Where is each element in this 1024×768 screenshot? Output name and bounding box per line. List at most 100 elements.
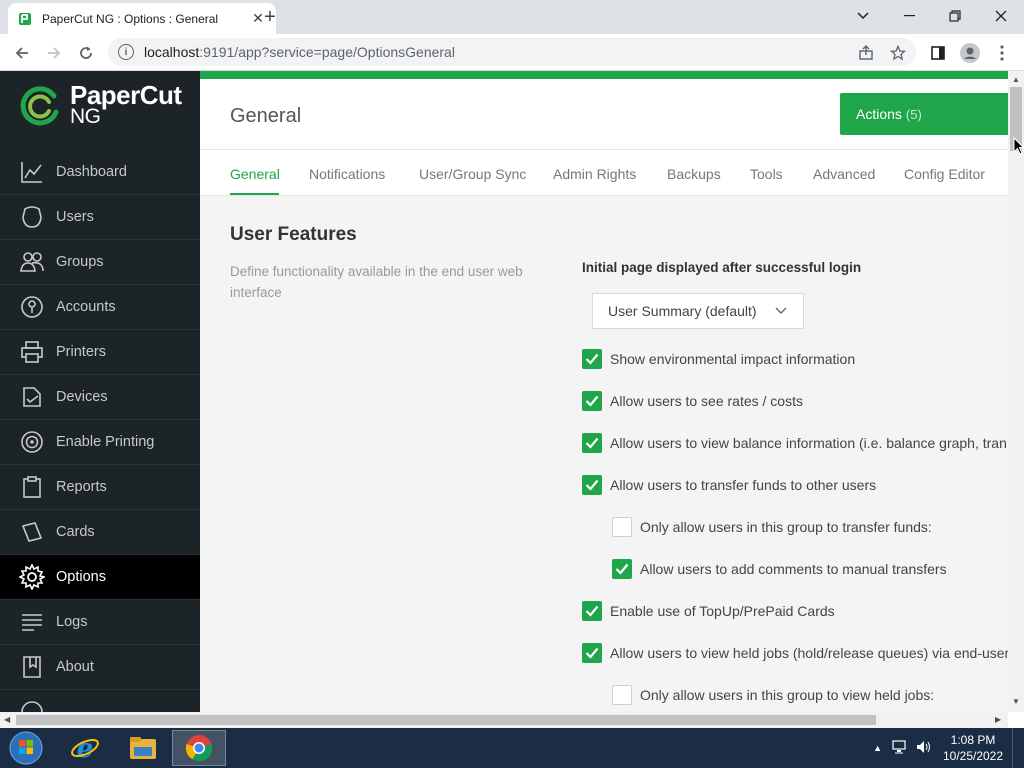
initial-page-select[interactable]: User Summary (default) [592, 293, 804, 329]
address-bar[interactable]: i localhost:9191/app?service=page/Option… [108, 38, 916, 66]
taskbar-file-explorer[interactable] [116, 730, 170, 766]
checkbox-label: Allow users to view balance information … [610, 435, 1007, 451]
show-desktop-button[interactable] [1012, 728, 1024, 768]
restore-icon[interactable] [932, 0, 978, 32]
new-tab-icon[interactable]: + [260, 6, 280, 28]
network-icon[interactable] [892, 739, 908, 757]
options-tabs: General Notifications User/Group Sync Ad… [200, 150, 1008, 196]
scroll-left-icon[interactable]: ◀ [4, 715, 10, 724]
share-icon[interactable] [852, 39, 880, 67]
internet-explorer-icon: e [71, 734, 99, 763]
tab-admin-rights[interactable]: Admin Rights [553, 166, 636, 182]
horizontal-scrollbar[interactable]: ◀ ▶ [0, 712, 1008, 728]
sidebar-item-devices[interactable]: Devices [0, 375, 200, 420]
side-panel-icon[interactable] [924, 39, 952, 67]
checked-checkbox[interactable] [582, 433, 602, 453]
sidebar-item-accounts[interactable]: Accounts [0, 285, 200, 330]
papercut-logo[interactable]: PaperCut NG [18, 81, 188, 131]
feature-checkbox-row[interactable]: Only allow users in this group to view h… [612, 685, 934, 705]
system-clock[interactable]: 1:08 PM 10/25/2022 [938, 732, 1008, 764]
feature-checkbox-row[interactable]: Allow users to transfer funds to other u… [582, 475, 876, 495]
feature-checkbox-row[interactable]: Show environmental impact information [582, 349, 855, 369]
checked-checkbox[interactable] [582, 349, 602, 369]
scroll-up-icon[interactable]: ▲ [1012, 75, 1020, 84]
start-button[interactable] [4, 729, 48, 767]
checkbox-label: Allow users to see rates / costs [610, 393, 803, 409]
checked-checkbox[interactable] [582, 601, 602, 621]
sidebar-item-enable-printing[interactable]: Enable Printing [0, 420, 200, 465]
chart-icon [18, 158, 46, 186]
sidebar-item-groups[interactable]: Groups [0, 240, 200, 285]
tab-tools[interactable]: Tools [750, 166, 783, 182]
sidebar-item-options[interactable]: Options [0, 555, 200, 600]
cards-icon [18, 518, 46, 546]
scroll-right-icon[interactable]: ▶ [995, 715, 1001, 724]
sidebar-item-dashboard[interactable]: Dashboard [0, 150, 200, 195]
sidebar-item-about[interactable]: About [0, 645, 200, 690]
sidebar-item-users[interactable]: Users [0, 195, 200, 240]
logs-icon [18, 608, 46, 636]
sidebar-item-label: Options [56, 569, 106, 585]
papercut-favicon-icon [18, 12, 32, 26]
enable-printing-icon [18, 428, 46, 456]
groups-icon [18, 248, 46, 276]
checked-checkbox[interactable] [582, 391, 602, 411]
back-icon[interactable] [8, 39, 36, 67]
chrome-icon [185, 735, 213, 762]
browser-tab-title: PaperCut NG : Options : General [42, 11, 219, 26]
sidebar-item-label: Logs [56, 614, 88, 630]
sidebar-item-reports[interactable]: Reports [0, 465, 200, 510]
profile-avatar-icon[interactable] [956, 39, 984, 67]
taskbar-chrome[interactable] [172, 730, 226, 766]
url-path: :9191/app?service=page/OptionsGeneral [199, 44, 455, 60]
bookmark-star-icon[interactable] [884, 39, 912, 67]
tab-notifications[interactable]: Notifications [309, 166, 385, 182]
unchecked-checkbox[interactable] [612, 517, 632, 537]
mouse-cursor-icon [1013, 137, 1024, 155]
tab-advanced[interactable]: Advanced [813, 166, 875, 182]
browser-menu-icon[interactable] [988, 39, 1016, 67]
checkbox-label: Enable use of TopUp/PrePaid Cards [610, 603, 835, 619]
feature-checkbox-row[interactable]: Allow users to view balance information … [582, 433, 1007, 453]
sidebar-item-cards[interactable]: Cards [0, 510, 200, 555]
devices-icon [18, 383, 46, 411]
tab-general[interactable]: General [230, 166, 280, 182]
site-info-icon[interactable]: i [118, 44, 134, 60]
unchecked-checkbox[interactable] [612, 685, 632, 705]
actions-button[interactable]: Actions (5) [840, 93, 1008, 135]
windows-taskbar: e ▲ 1:08 PM 10/25/2022 [0, 728, 1024, 768]
folder-icon [130, 737, 156, 759]
reload-icon[interactable] [72, 39, 100, 67]
papercut-logo-icon [20, 86, 59, 126]
gear-icon [18, 563, 46, 591]
feature-checkbox-row[interactable]: Allow users to view held jobs (hold/rele… [582, 643, 1008, 663]
feature-checkbox-row[interactable]: Enable use of TopUp/PrePaid Cards [582, 601, 835, 621]
minimize-icon[interactable] [886, 0, 932, 32]
browser-tab[interactable]: PaperCut NG : Options : General ✕ [8, 3, 276, 34]
forward-icon[interactable] [40, 39, 68, 67]
tab-search-icon[interactable] [840, 0, 886, 32]
feature-checkbox-row[interactable]: Allow users to add comments to manual tr… [612, 559, 947, 579]
sidebar-item-label: Users [56, 209, 94, 225]
sidebar-item-logs[interactable]: Logs [0, 600, 200, 645]
volume-icon[interactable] [916, 740, 932, 757]
tab-user-group-sync[interactable]: User/Group Sync [419, 166, 526, 182]
scroll-down-icon[interactable]: ▼ [1012, 697, 1020, 706]
initial-page-label: Initial page displayed after successful … [582, 260, 862, 275]
checked-checkbox[interactable] [582, 475, 602, 495]
feature-checkbox-row[interactable]: Only allow users in this group to transf… [612, 517, 932, 537]
checkbox-label: Only allow users in this group to transf… [640, 519, 932, 535]
clock-time: 1:08 PM [950, 733, 996, 747]
show-hidden-icons[interactable]: ▲ [873, 743, 882, 753]
sidebar-item-label: About [56, 659, 94, 675]
checked-checkbox[interactable] [582, 643, 602, 663]
tab-backups[interactable]: Backups [667, 166, 721, 182]
sidebar-item-printers[interactable]: Printers [0, 330, 200, 375]
checked-checkbox[interactable] [612, 559, 632, 579]
close-window-icon[interactable] [978, 0, 1024, 32]
feature-checkbox-row[interactable]: Allow users to see rates / costs [582, 391, 803, 411]
taskbar-internet-explorer[interactable]: e [58, 730, 112, 766]
horizontal-scroll-thumb[interactable] [16, 715, 876, 725]
vertical-scrollbar[interactable]: ▲ ▼ [1008, 71, 1024, 712]
tab-config-editor[interactable]: Config Editor [904, 166, 985, 182]
